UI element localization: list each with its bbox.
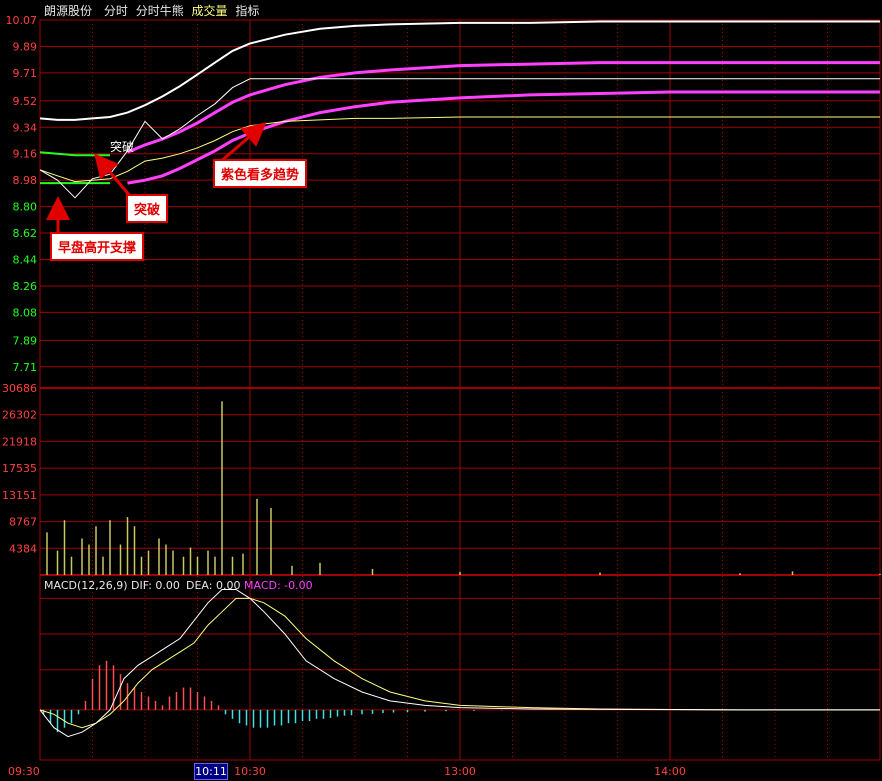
price-tick-label: 9.16 xyxy=(13,148,38,161)
volume-tick-label: 8767 xyxy=(9,516,37,529)
tab-intraday[interactable]: 分时 xyxy=(104,4,128,18)
macd-legend-dea: DEA: 0.00 xyxy=(186,579,240,592)
price-tick-label: 7.89 xyxy=(13,334,38,347)
price-tick-label: 9.34 xyxy=(13,121,38,134)
price-tick-label: 8.80 xyxy=(13,201,38,214)
price-tick-label: 7.71 xyxy=(13,361,38,374)
volume-tick-label: 4384 xyxy=(9,542,37,555)
time-label: 13:00 xyxy=(444,765,476,778)
price-tick-label: 8.08 xyxy=(13,306,38,319)
volume-tick-label: 17535 xyxy=(2,462,37,475)
price-tick-label: 8.98 xyxy=(13,174,38,187)
price-tick-label: 8.44 xyxy=(13,254,38,267)
volume-tick-label: 30686 xyxy=(2,382,37,395)
price-tick-label: 8.62 xyxy=(13,227,38,240)
volume-tick-label: 13151 xyxy=(2,489,37,502)
volume-tick-label: 26302 xyxy=(2,409,37,422)
price-tick-label: 9.71 xyxy=(13,67,38,80)
callout-early-support: 早盘高开支撑 xyxy=(50,232,145,261)
time-label: 14:00 xyxy=(654,765,686,778)
cursor-time-marker: 10:11 xyxy=(194,763,228,780)
price-tick-label: 10.07 xyxy=(6,14,38,27)
callout-breakout: 突破 xyxy=(126,194,169,223)
price-tick-label: 8.26 xyxy=(13,280,38,293)
macd-legend-name: MACD(12,26,9) xyxy=(44,579,128,592)
tab-indicator[interactable]: 指标 xyxy=(235,4,259,18)
price-tick-label: 9.89 xyxy=(13,40,38,53)
header-bar: 朗源股份 分时 分时牛熊 成交量 指标 xyxy=(44,2,267,18)
price-tick-label: 9.52 xyxy=(13,95,38,108)
time-label: 10:30 xyxy=(234,765,266,778)
volume-tick-label: 21918 xyxy=(2,435,37,448)
stock-name: 朗源股份 xyxy=(44,4,93,18)
callout-purple-bullish: 紫色看多趋势 xyxy=(213,159,308,188)
macd-legend-dif: DIF: 0.00 xyxy=(131,579,180,592)
tab-volume[interactable]: 成交量 xyxy=(192,4,228,18)
arrow-breakout xyxy=(94,153,132,197)
breakout-label: 突破 xyxy=(110,139,134,154)
tab-bull-bear[interactable]: 分时牛熊 xyxy=(136,4,184,18)
time-label: 09:30 xyxy=(8,765,40,778)
macd-legend-macd: MACD: -0.00 xyxy=(244,579,313,592)
intraday-chart[interactable]: 10.07 9.89 9.71 9.52 9.34 9.16 8.98 8.80 8.62 8.4… xyxy=(0,0,882,781)
